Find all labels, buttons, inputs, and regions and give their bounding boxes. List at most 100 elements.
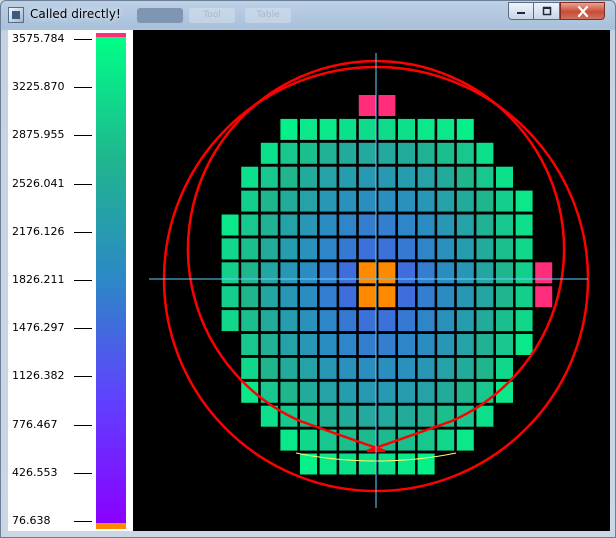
wafer-die[interactable] xyxy=(339,238,357,260)
wafer-die[interactable] xyxy=(437,286,455,308)
wafer-die[interactable] xyxy=(319,214,337,236)
wafer-die[interactable] xyxy=(476,166,494,188)
wafer-die[interactable] xyxy=(358,334,376,355)
wafer-die[interactable] xyxy=(319,334,337,355)
title-bar[interactable]: Called directly! Tool Table xyxy=(1,1,615,29)
wafer-die[interactable] xyxy=(378,238,396,260)
wafer-die[interactable] xyxy=(241,334,259,355)
wafer-die[interactable] xyxy=(241,357,259,379)
wafer-die[interactable] xyxy=(417,214,435,236)
wafer-die[interactable] xyxy=(300,381,317,403)
wafer-die[interactable] xyxy=(280,286,298,308)
wafer-die[interactable] xyxy=(456,142,474,164)
wafer-die[interactable] xyxy=(319,118,337,140)
wafer-die[interactable] xyxy=(496,286,513,308)
wafer-die[interactable] xyxy=(280,310,298,332)
wafer-die[interactable] xyxy=(496,357,513,379)
wafer-die[interactable] xyxy=(476,238,494,260)
wafer-die[interactable] xyxy=(437,357,455,379)
wafer-die[interactable] xyxy=(378,95,396,116)
wafer-die[interactable] xyxy=(515,238,533,260)
wafer-die[interactable] xyxy=(398,214,415,236)
wafer-die[interactable] xyxy=(339,142,357,164)
wafer-die[interactable] xyxy=(417,166,435,188)
wafer-die[interactable] xyxy=(300,214,317,236)
wafer-die[interactable] xyxy=(339,453,357,475)
wafer-die[interactable] xyxy=(535,262,553,284)
wafer-die[interactable] xyxy=(300,310,317,332)
wafer-die[interactable] xyxy=(300,334,317,355)
wafer-die[interactable] xyxy=(378,453,396,475)
wafer-die[interactable] xyxy=(456,238,474,260)
wafer-die[interactable] xyxy=(476,286,494,308)
wafer-die[interactable] xyxy=(515,286,533,308)
wafer-die[interactable] xyxy=(398,453,415,475)
wafer-die[interactable] xyxy=(260,310,278,332)
wafer-die[interactable] xyxy=(319,190,337,212)
wafer-die[interactable] xyxy=(241,214,259,236)
wafer-die[interactable] xyxy=(417,334,435,355)
wafer-die[interactable] xyxy=(221,310,239,332)
wafer-die[interactable] xyxy=(437,429,455,451)
wafer-die[interactable] xyxy=(319,238,337,260)
wafer-die[interactable] xyxy=(241,286,259,308)
wafer-die[interactable] xyxy=(339,357,357,379)
wafer-die[interactable] xyxy=(456,381,474,403)
wafer-die[interactable] xyxy=(300,118,317,140)
wafer-die[interactable] xyxy=(456,286,474,308)
wafer-die[interactable] xyxy=(398,286,415,308)
wafer-die[interactable] xyxy=(398,118,415,140)
wafer-die[interactable] xyxy=(358,381,376,403)
wafer-die[interactable] xyxy=(300,286,317,308)
wafer-die[interactable] xyxy=(300,262,317,284)
wafer-die[interactable] xyxy=(319,453,337,475)
wafer-die[interactable] xyxy=(398,381,415,403)
wafer-die[interactable] xyxy=(398,357,415,379)
wafer-die[interactable] xyxy=(398,405,415,427)
wafer-die[interactable] xyxy=(241,262,259,284)
wafer-die[interactable] xyxy=(378,286,396,308)
wafer-die[interactable] xyxy=(358,166,376,188)
wafer-die[interactable] xyxy=(476,190,494,212)
wafer-die[interactable] xyxy=(378,142,396,164)
wafer-die[interactable] xyxy=(358,405,376,427)
wafer-die[interactable] xyxy=(280,190,298,212)
wafer-die[interactable] xyxy=(358,214,376,236)
wafer-die[interactable] xyxy=(437,238,455,260)
wafer-die[interactable] xyxy=(456,166,474,188)
wafer-die[interactable] xyxy=(241,166,259,188)
wafer-die[interactable] xyxy=(319,262,337,284)
wafer-die[interactable] xyxy=(437,190,455,212)
wafer-die[interactable] xyxy=(280,238,298,260)
wafer-die[interactable] xyxy=(496,262,513,284)
wafer-die[interactable] xyxy=(260,166,278,188)
wafer-die[interactable] xyxy=(417,357,435,379)
wafer-die[interactable] xyxy=(280,357,298,379)
wafer-die[interactable] xyxy=(241,238,259,260)
wafer-die[interactable] xyxy=(476,262,494,284)
wafer-die[interactable] xyxy=(496,166,513,188)
wafer-die[interactable] xyxy=(515,214,533,236)
wafer-die[interactable] xyxy=(339,286,357,308)
wafer-die[interactable] xyxy=(456,334,474,355)
wafer-die[interactable] xyxy=(398,142,415,164)
wafer-die[interactable] xyxy=(456,190,474,212)
wafer-die[interactable] xyxy=(456,357,474,379)
wafer-die[interactable] xyxy=(398,166,415,188)
wafer-die[interactable] xyxy=(515,190,533,212)
wafer-die[interactable] xyxy=(417,286,435,308)
wafer-die[interactable] xyxy=(319,286,337,308)
wafer-die[interactable] xyxy=(260,286,278,308)
wafer-die[interactable] xyxy=(417,310,435,332)
wafer-die[interactable] xyxy=(319,381,337,403)
wafer-die[interactable] xyxy=(280,214,298,236)
wafer-die[interactable] xyxy=(260,214,278,236)
wafer-die[interactable] xyxy=(221,262,239,284)
maximize-button[interactable] xyxy=(534,2,560,20)
wafer-die[interactable] xyxy=(456,429,474,451)
wafer-die[interactable] xyxy=(280,118,298,140)
wafer-die[interactable] xyxy=(319,310,337,332)
wafer-die[interactable] xyxy=(417,238,435,260)
wafer-die[interactable] xyxy=(280,381,298,403)
wafer-die[interactable] xyxy=(280,166,298,188)
